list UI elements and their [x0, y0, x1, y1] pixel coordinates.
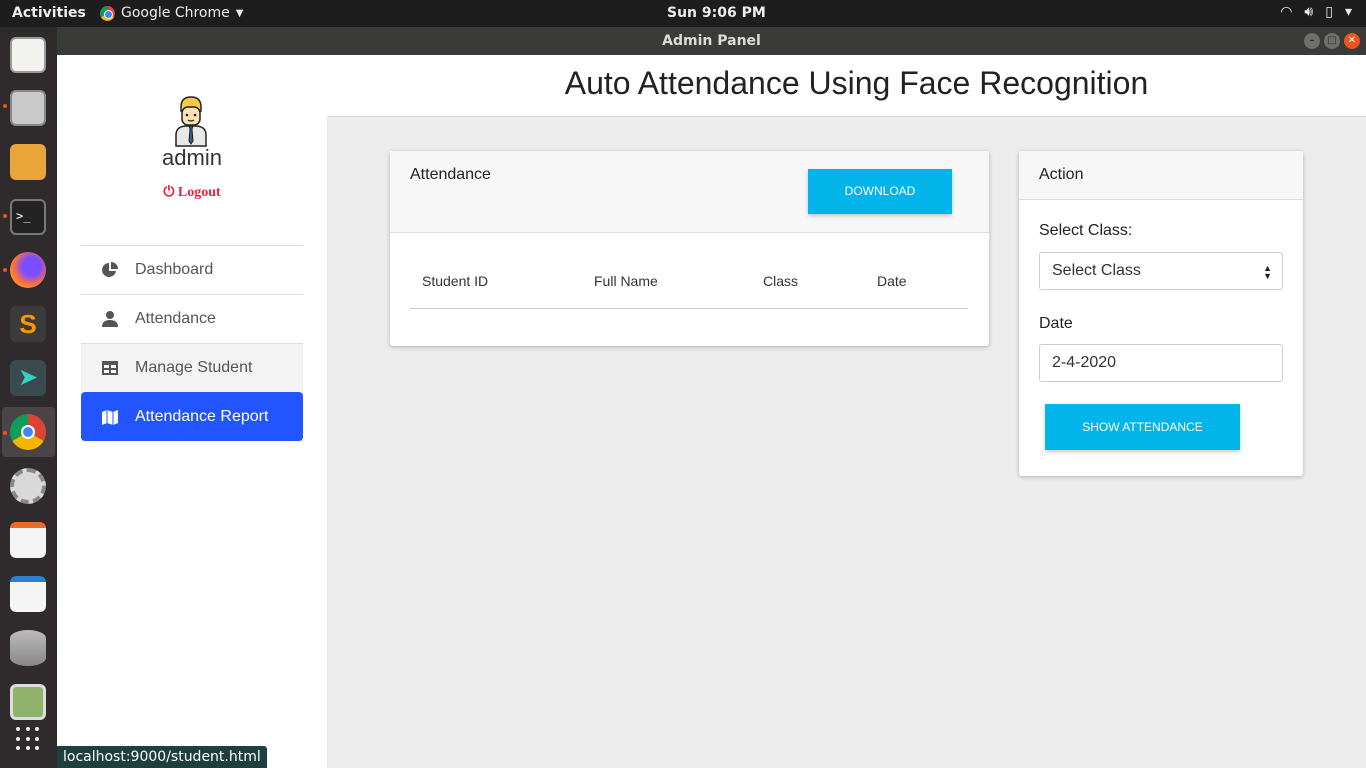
presentation-icon[interactable]: [10, 522, 46, 558]
sidebar-nav: Dashboard Attendance Manage Student Atte…: [81, 245, 303, 441]
pie-chart-icon: [102, 262, 118, 277]
window-title: Admin Panel: [662, 33, 761, 49]
chevron-down-icon: ▾: [1344, 4, 1352, 20]
text-editor-icon[interactable]: [10, 37, 46, 73]
logout-label: Logout: [177, 185, 221, 200]
files-icon[interactable]: [10, 90, 46, 126]
class-select-value: Select Class: [1052, 262, 1141, 279]
chrome-icon: [100, 5, 115, 21]
battery-icon: ▯: [1325, 4, 1333, 20]
column-header-full-name: Full Name: [594, 273, 658, 289]
user-icon: [102, 311, 118, 327]
attendance-table-header: Student ID Full Name Class Date: [410, 271, 968, 309]
clock[interactable]: Sun 9:06 PM: [667, 5, 766, 21]
power-icon: ⏻: [163, 185, 175, 200]
sidebar-item-manage-student[interactable]: Manage Student: [81, 343, 303, 392]
select-class-label: Select Class:: [1039, 222, 1133, 239]
date-input[interactable]: 2-4-2020: [1039, 344, 1283, 382]
download-button[interactable]: DOWNLOAD: [808, 169, 952, 214]
minimize-icon[interactable]: –: [1304, 33, 1320, 49]
maximize-icon[interactable]: □: [1324, 33, 1340, 49]
sidebar-item-label: Dashboard: [135, 261, 214, 278]
attendance-card: Attendance DOWNLOAD Student ID Full Name…: [390, 151, 989, 346]
user-name: admin: [162, 145, 222, 170]
caret-down-icon: ▼: [235, 7, 244, 19]
chrome-icon[interactable]: [10, 414, 46, 450]
date-label: Date: [1039, 315, 1073, 332]
show-applications-icon[interactable]: [16, 727, 40, 751]
running-indicator: [3, 104, 7, 108]
running-indicator: [3, 214, 7, 218]
class-select[interactable]: Select Class ▲ ▼: [1039, 252, 1283, 290]
photo-icon[interactable]: [10, 684, 46, 720]
status-url: localhost:9000/student.html: [57, 746, 267, 768]
show-attendance-button[interactable]: SHOW ATTENDANCE: [1045, 404, 1240, 450]
code-editor-icon[interactable]: ➤: [10, 360, 46, 396]
column-header-date: Date: [877, 273, 907, 289]
settings-icon[interactable]: [10, 468, 46, 504]
sublime-text-icon[interactable]: S: [10, 306, 46, 342]
window-controls: – □ ✕: [1304, 33, 1360, 49]
app-menu-label: Google Chrome: [121, 5, 230, 21]
firefox-icon[interactable]: [10, 252, 46, 288]
running-indicator: [3, 431, 7, 435]
select-arrows-icon: ▲ ▼: [1263, 263, 1272, 281]
window-title-bar: Admin Panel – □ ✕: [57, 27, 1366, 55]
page-header: Auto Attendance Using Face Recognition: [327, 55, 1366, 117]
dock: >_ S ➤: [0, 27, 57, 768]
wifi-icon: ◠: [1280, 4, 1293, 20]
image-viewer-icon[interactable]: [10, 144, 46, 180]
sidebar-item-label: Attendance: [135, 310, 216, 327]
activities-button[interactable]: Activities: [12, 5, 86, 21]
page-title: Auto Attendance Using Face Recognition: [564, 65, 1149, 101]
attendance-card-title: Attendance: [410, 166, 491, 183]
table-icon: [102, 361, 118, 375]
system-tray[interactable]: ◠ 🔊︎ ▯ ▾: [1280, 4, 1352, 20]
admin-avatar-icon: [175, 96, 207, 147]
sidebar-item-dashboard[interactable]: Dashboard: [81, 245, 303, 294]
terminal-icon[interactable]: >_: [10, 199, 46, 235]
volume-icon: 🔊︎: [1304, 4, 1314, 20]
column-header-student-id: Student ID: [422, 273, 489, 289]
map-icon: [102, 409, 118, 425]
sidebar: admin ⏻ Logout Dashboard Attendance Mana…: [57, 55, 327, 768]
sidebar-item-label: Manage Student: [135, 359, 253, 376]
database-icon[interactable]: [10, 630, 46, 666]
action-card: Action Select Class: Select Class ▲ ▼ Dat…: [1019, 151, 1303, 476]
document-icon[interactable]: [10, 576, 46, 612]
logout-link[interactable]: ⏻ Logout: [57, 185, 327, 201]
system-top-bar: Activities Google Chrome ▼ Sun 9:06 PM ◠…: [0, 0, 1366, 27]
action-card-header: Action: [1019, 151, 1303, 200]
app-menu[interactable]: Google Chrome ▼: [100, 5, 243, 21]
sidebar-item-attendance-report[interactable]: Attendance Report: [81, 392, 303, 441]
column-header-class: Class: [763, 273, 799, 289]
sidebar-item-label: Attendance Report: [135, 407, 269, 425]
attendance-card-header: Attendance DOWNLOAD: [390, 151, 989, 233]
close-icon[interactable]: ✕: [1344, 33, 1360, 49]
sidebar-item-attendance[interactable]: Attendance: [81, 294, 303, 343]
running-indicator: [3, 268, 7, 272]
action-card-title: Action: [1039, 166, 1084, 183]
